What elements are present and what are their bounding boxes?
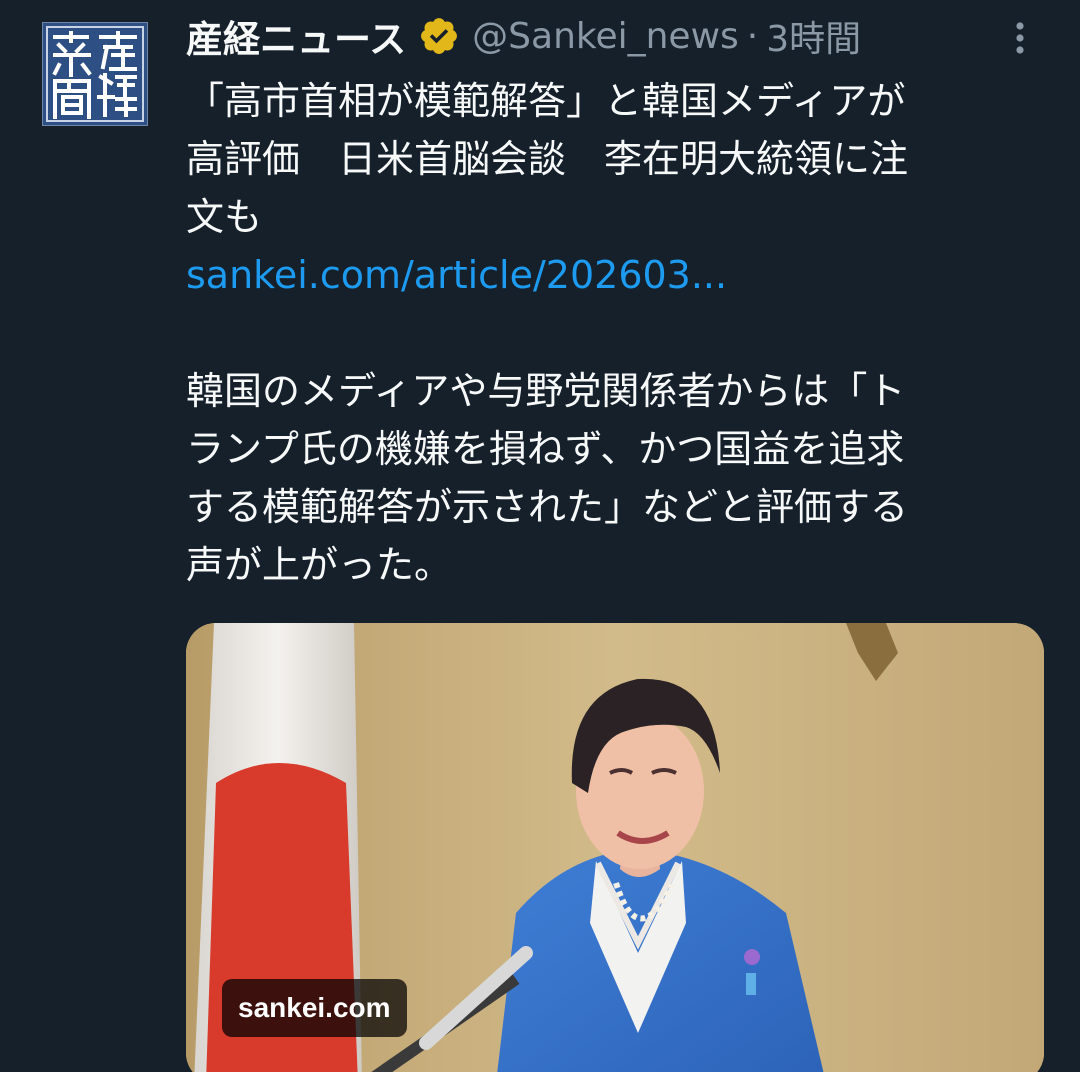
media-card[interactable]: sankei.com [186, 623, 1044, 1072]
sankei-logo [46, 26, 144, 122]
article-link[interactable]: sankei.com/article/202603... [186, 246, 1016, 304]
separator-dot: · [746, 15, 759, 57]
verified-badge-icon [418, 15, 460, 57]
tweet-text: 「高市首相が模範解答」と韓国メディアが 高評価 日米首脳会談 李在明大統領に注 … [186, 72, 1016, 594]
tweet-headline: 「高市首相が模範解答」と韓国メディアが 高評価 日米首脳会談 李在明大統領に注 … [186, 79, 909, 239]
display-name[interactable]: 産経ニュース [186, 9, 406, 63]
tweet-header: 産経ニュース @Sankei_news · 3時間 [186, 8, 1056, 64]
tweet-body: 韓国のメディアや与野党関係者からは「ト ランプ氏の機嫌を損ねず、かつ国益を追求 … [186, 369, 909, 587]
handle[interactable]: @Sankei_news [472, 16, 739, 57]
domain-badge: sankei.com [222, 979, 407, 1037]
avatar[interactable] [42, 22, 148, 126]
more-vertical-icon[interactable] [1010, 18, 1030, 58]
timestamp[interactable]: 3時間 [766, 10, 861, 62]
